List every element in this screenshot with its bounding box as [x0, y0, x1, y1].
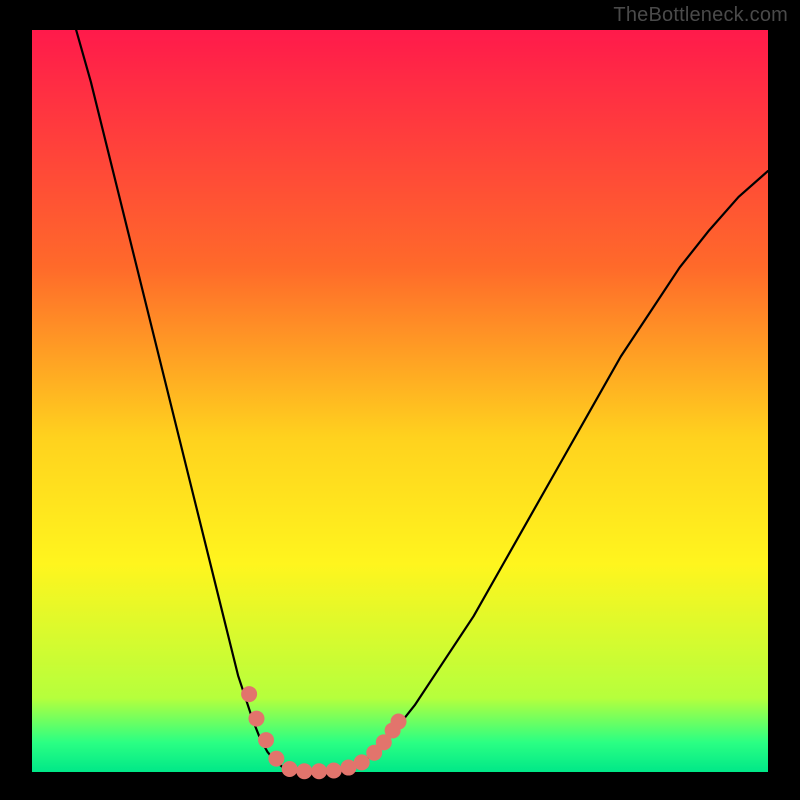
marker-dot	[326, 763, 342, 779]
plot-svg	[0, 0, 800, 800]
marker-dot	[282, 761, 298, 777]
marker-dot	[311, 763, 327, 779]
marker-dot	[391, 714, 407, 730]
marker-dot	[268, 751, 284, 767]
marker-dot	[258, 732, 274, 748]
plot-background	[32, 30, 768, 772]
marker-dot	[296, 763, 312, 779]
marker-dot	[354, 754, 370, 770]
marker-dot	[248, 711, 264, 727]
marker-dot	[241, 686, 257, 702]
chart-stage: TheBottleneck.com	[0, 0, 800, 800]
